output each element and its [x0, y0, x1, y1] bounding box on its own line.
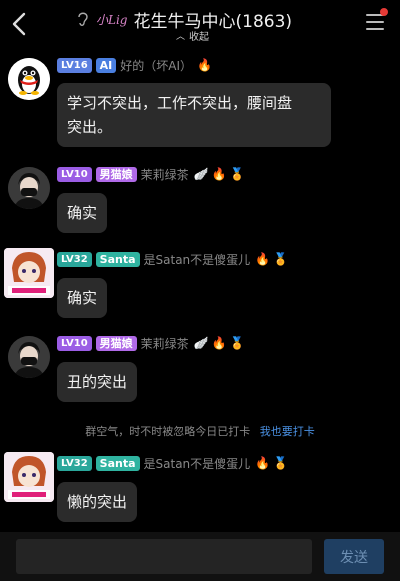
avatar-masked-boy[interactable] [8, 167, 50, 209]
checkin-link[interactable]: 我也要打卡 [260, 425, 315, 438]
message-bubble[interactable]: 确实 [57, 193, 108, 233]
title-tag: AI [95, 57, 117, 73]
fire-icon: 🔥 [211, 167, 227, 181]
message-input[interactable] [16, 539, 312, 574]
input-bar: 发送 [0, 532, 400, 581]
send-button[interactable]: 发送 [324, 539, 384, 574]
ear-icon [78, 12, 88, 26]
title-tag: Santa [95, 251, 140, 267]
group-title: 花生牛马中心(1863) [133, 11, 293, 32]
back-arrow-icon[interactable] [8, 10, 32, 38]
message-bubble[interactable]: 学习不突出，工作不突出，腰间盘 突出。 [57, 83, 331, 147]
title-tag: Santa [95, 455, 140, 471]
message-bubble[interactable]: 确实 [57, 278, 108, 318]
message-meta: LV32 Santa 是Satan不是傻蛋儿 🔥 🏅 [57, 454, 291, 472]
person-avatar-icon [8, 336, 50, 378]
penguin-icon [8, 58, 50, 100]
wings-icon: 🪽 [193, 167, 209, 181]
wings-icon: 🪽 [193, 336, 209, 350]
medal-icon: 🏅 [273, 252, 289, 266]
menu-icon[interactable] [366, 14, 384, 30]
level-badge: LV10 [57, 335, 92, 351]
medal-icon: 🏅 [273, 456, 289, 470]
fire-icon: 🔥 [197, 58, 212, 72]
message-meta: LV16 AI 好的（坏AI） 🔥 [57, 56, 215, 74]
level-badge: LV10 [57, 166, 92, 182]
chevron-up-icon: ︿ [176, 32, 186, 42]
anime-avatar-icon [4, 248, 54, 298]
checkin-notice-text: 群空气，时不时被忽略今日已打卡 [85, 425, 251, 438]
notification-dot [380, 8, 388, 16]
message-bubble[interactable]: 懒的突出 [57, 482, 138, 522]
sender-nickname[interactable]: 是Satan不是傻蛋儿 [144, 455, 251, 472]
fire-icon: 🔥 [255, 456, 271, 470]
collapse-toggle[interactable]: ︿ 收起 [176, 28, 209, 43]
message-bubble[interactable]: 丑的突出 [57, 362, 138, 402]
medal-icon: 🏅 [229, 167, 245, 181]
message-meta: LV10 男猫娘 茉莉绿茶 🪽 🔥 🏅 [57, 334, 248, 352]
person-avatar-icon [8, 167, 50, 209]
avatar-penguin[interactable] [8, 58, 50, 100]
sender-nickname[interactable]: 茉莉绿茶 [141, 335, 189, 352]
fire-icon: 🔥 [255, 252, 271, 266]
level-badge: LV32 [57, 455, 92, 471]
avatar-anime-sticker[interactable] [4, 248, 54, 298]
system-notice: 群空气，时不时被忽略今日已打卡 我也要打卡 [0, 423, 400, 439]
medal-icon: 🏅 [229, 336, 245, 350]
avatar-anime-sticker[interactable] [4, 452, 54, 502]
title-tag: 男猫娘 [95, 166, 137, 182]
message-meta: LV10 男猫娘 茉莉绿茶 🪽 🔥 🏅 [57, 165, 248, 183]
anime-avatar-icon [4, 452, 54, 502]
sender-nickname[interactable]: 茉莉绿茶 [141, 166, 189, 183]
sender-nickname[interactable]: 好的（坏AI） [120, 57, 192, 74]
fire-icon: 🔥 [211, 336, 227, 350]
chat-header: 小Lig 花生牛马中心(1863) ︿ 收起 [0, 0, 400, 48]
avatar-masked-boy[interactable] [8, 336, 50, 378]
collapse-label: 收起 [189, 32, 210, 43]
level-badge: LV32 [57, 251, 92, 267]
app-brand-logo: 小Lig [96, 12, 128, 27]
sender-nickname[interactable]: 是Satan不是傻蛋儿 [144, 251, 251, 268]
message-meta: LV32 Santa 是Satan不是傻蛋儿 🔥 🏅 [57, 250, 291, 268]
level-badge: LV16 [57, 57, 92, 73]
title-tag: 男猫娘 [95, 335, 137, 351]
